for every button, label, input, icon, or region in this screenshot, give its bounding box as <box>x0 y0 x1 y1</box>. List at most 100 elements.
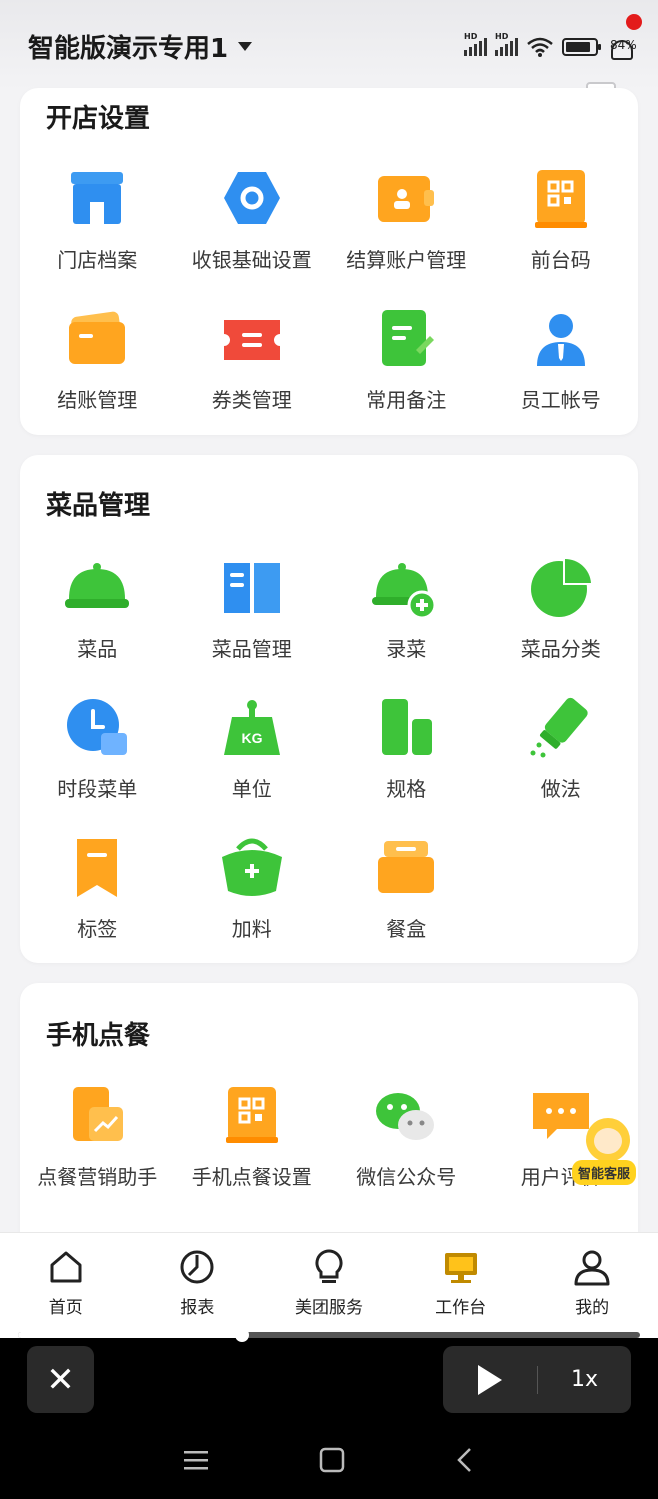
customer-service-label: 智能客服 <box>572 1160 637 1185</box>
grid-item-dish-management[interactable]: 菜品管理 <box>175 555 330 695</box>
bottom-tab-bar: 首页 报表 美团服务 工作台 我的 <box>0 1232 658 1338</box>
chevron-down-icon <box>238 42 253 51</box>
tab-label: 工作台 <box>435 1298 487 1318</box>
tab-label: 美团服务 <box>294 1298 363 1318</box>
home-icon <box>50 1251 82 1283</box>
item-label: 单位 <box>231 777 272 801</box>
item-label: 录菜 <box>386 637 427 661</box>
grid-item-lunchbox[interactable]: 餐盒 <box>329 835 484 975</box>
system-status-icons: HD HD 84% <box>464 14 642 64</box>
item-label: 前台码 <box>530 248 591 272</box>
item-label: 结算账户管理 <box>346 248 467 272</box>
item-label: 餐盒 <box>386 917 427 941</box>
item-label: 结账管理 <box>57 388 138 412</box>
signal-icon: HD <box>495 32 518 56</box>
add-bag-icon <box>221 838 282 896</box>
video-progress-handle[interactable] <box>234 1328 249 1342</box>
store-selector[interactable]: 智能版演示专用1 <box>28 28 253 65</box>
grid-item-tag[interactable]: 标签 <box>20 835 175 975</box>
system-navigation-bar <box>0 1420 658 1499</box>
report-icon <box>180 1250 214 1284</box>
cups-icon <box>382 699 433 755</box>
section-dish-management: 菜品管理 菜品 菜品管理 录菜 菜品分类 时段菜单 KG 单位 规格 做法 标签… <box>20 455 638 963</box>
notification-bell-icon[interactable]: 84% <box>606 14 642 64</box>
book-icon <box>223 563 280 613</box>
box-icon <box>378 841 435 893</box>
status-bar: 智能版演示专用1 HD HD 84% <box>0 0 658 90</box>
item-label: 收银基础设置 <box>191 248 312 272</box>
assistant-avatar-icon <box>586 1118 630 1162</box>
grid-item-mobile-order-settings[interactable]: 手机点餐设置 <box>175 1083 330 1223</box>
play-button[interactable] <box>443 1364 537 1395</box>
item-label: 加料 <box>231 917 272 941</box>
item-label: 菜品 <box>77 637 118 661</box>
cloche-add-icon <box>372 563 437 620</box>
grid-item-unit[interactable]: KG 单位 <box>175 695 330 835</box>
grid-item-toppings[interactable]: 加料 <box>175 835 330 975</box>
section-title: 手机点餐 <box>46 1021 151 1051</box>
grid-item-staff-account[interactable]: 员工帐号 <box>484 306 639 446</box>
item-label: 常用备注 <box>366 388 447 412</box>
tab-meituan-service[interactable]: 美团服务 <box>263 1233 395 1338</box>
video-progress-fill <box>18 1332 242 1338</box>
tab-label: 首页 <box>48 1298 83 1318</box>
grid-item-time-menu[interactable]: 时段菜单 <box>20 695 175 835</box>
tab-workbench[interactable]: 工作台 <box>395 1233 527 1338</box>
playback-speed-button[interactable]: 1x <box>538 1367 631 1392</box>
menu-icon[interactable] <box>183 1449 209 1471</box>
grid-item-checkout[interactable]: 结账管理 <box>20 306 175 446</box>
grid-item-store-profile[interactable]: 门店档案 <box>20 166 175 306</box>
grid-item-dish-category[interactable]: 菜品分类 <box>484 555 639 695</box>
grid-item-preparation[interactable]: 做法 <box>484 695 639 835</box>
item-label: 规格 <box>386 777 427 801</box>
grid-item-spec[interactable]: 规格 <box>329 695 484 835</box>
tag-icon <box>77 839 118 897</box>
tab-label: 报表 <box>180 1298 215 1318</box>
item-label: 微信公众号 <box>356 1165 457 1189</box>
item-label: 标签 <box>77 917 118 941</box>
grid-item-front-desk-code[interactable]: 前台码 <box>484 166 639 306</box>
close-button[interactable]: ✕ <box>27 1346 94 1413</box>
video-progress-bar[interactable] <box>18 1328 640 1342</box>
signal-icon: HD <box>464 32 487 56</box>
customer-service-bubble[interactable]: 智能客服 <box>570 1112 642 1188</box>
tab-home[interactable]: 首页 <box>0 1233 132 1338</box>
qr-code-icon <box>534 170 587 228</box>
grid-item-settlement-account[interactable]: 结算账户管理 <box>329 166 484 306</box>
home-square-icon[interactable] <box>319 1447 345 1473</box>
section-title: 开店设置 <box>46 104 151 134</box>
svg-text:KG: KG <box>241 730 262 746</box>
back-icon[interactable] <box>455 1447 475 1473</box>
wechat-icon <box>376 1093 435 1140</box>
item-label: 时段菜单 <box>57 777 138 801</box>
item-label: 员工帐号 <box>520 388 601 412</box>
card-icon <box>69 311 126 364</box>
battery-percent: 84% <box>610 38 637 52</box>
section-title: 菜品管理 <box>46 491 151 521</box>
tab-mine[interactable]: 我的 <box>526 1233 658 1338</box>
store-icon <box>71 172 124 224</box>
marketing-icon <box>73 1087 124 1141</box>
grid-item-wechat-official[interactable]: 微信公众号 <box>329 1083 484 1223</box>
note-icon <box>382 310 435 366</box>
user-icon <box>536 314 585 366</box>
grid-item-add-dish[interactable]: 录菜 <box>329 555 484 695</box>
seasoning-icon <box>530 697 588 758</box>
grid-item-cashier-settings[interactable]: 收银基础设置 <box>175 166 330 306</box>
clock-icon <box>67 699 128 755</box>
bulb-icon <box>315 1249 343 1283</box>
weight-icon: KG <box>223 700 280 755</box>
item-label: 手机点餐设置 <box>191 1165 312 1189</box>
cloche-icon <box>65 563 130 608</box>
tab-reports[interactable]: 报表 <box>132 1233 264 1338</box>
grid-item-ordering-assistant[interactable]: 点餐营销助手 <box>20 1083 175 1223</box>
store-name: 智能版演示专用1 <box>28 34 229 64</box>
profile-icon <box>574 1250 610 1286</box>
notification-dot <box>626 14 642 30</box>
tab-label: 我的 <box>575 1298 610 1318</box>
grid-item-common-notes[interactable]: 常用备注 <box>329 306 484 446</box>
play-icon <box>478 1364 502 1395</box>
grid-item-dishes[interactable]: 菜品 <box>20 555 175 695</box>
coupon-icon <box>223 320 280 360</box>
grid-item-coupon[interactable]: 券类管理 <box>175 306 330 446</box>
